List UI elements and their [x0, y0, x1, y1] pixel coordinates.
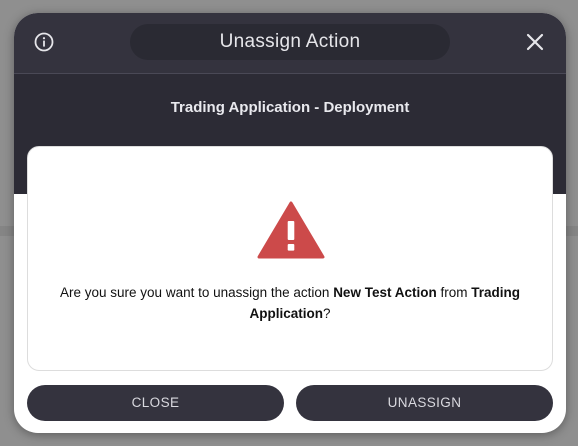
- confirmation-card: Are you sure you want to unassign the ac…: [27, 146, 553, 371]
- unassign-button[interactable]: UNASSIGN: [296, 385, 553, 421]
- close-icon[interactable]: [526, 33, 544, 51]
- message-text-1: Are you sure you want to unassign the ac…: [60, 285, 334, 300]
- warning-triangle-icon: [257, 200, 325, 260]
- dialog-header: Unassign Action: [14, 13, 566, 74]
- info-circle-icon[interactable]: [34, 32, 54, 52]
- confirmation-message: Are you sure you want to unassign the ac…: [48, 282, 532, 324]
- dialog-subtitle: Trading Application - Deployment: [170, 99, 410, 116]
- dialog-title: Unassign Action: [130, 24, 450, 60]
- message-text-3: ?: [322, 306, 331, 321]
- close-button[interactable]: CLOSE: [27, 385, 284, 421]
- message-text-2: from: [436, 285, 472, 300]
- action-name: New Test Action: [333, 285, 437, 300]
- unassign-action-dialog: Unassign Action Trading Application - De…: [14, 13, 566, 433]
